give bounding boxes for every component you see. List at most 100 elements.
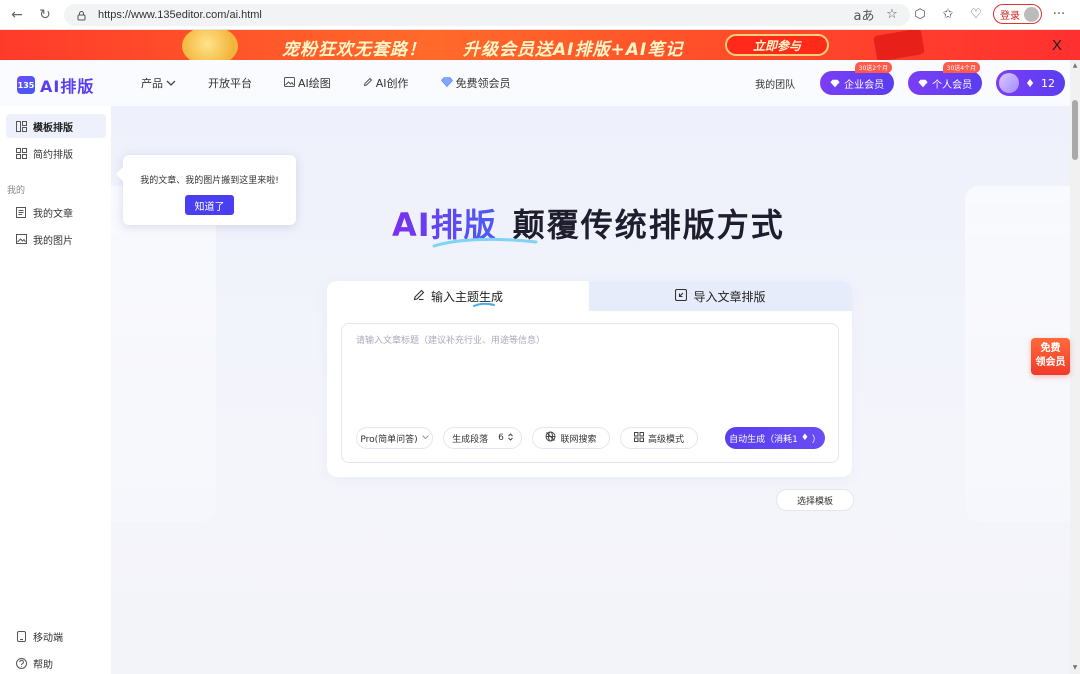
nav-products[interactable]: 产品	[141, 75, 176, 91]
login-label: 登录	[1000, 10, 1020, 22]
tab-underline-icon	[473, 303, 495, 307]
sidebar-item-label: 我的文章	[33, 208, 73, 220]
auto-generate-button[interactable]: 自动生成（消耗1 ♦ ）	[725, 427, 825, 449]
hero-title: AI排版 颠覆传统排版方式	[392, 200, 785, 248]
layout-icon	[15, 120, 27, 132]
page-scrollbar[interactable]: ▲ ▼	[1070, 60, 1080, 674]
onboarding-tooltip: 我的文章、我的图片搬到这里来啦! 知道了	[123, 155, 296, 225]
promo-banner[interactable]: 宠粉狂欢无套路！ 升级会员送AI排版+AI笔记 立即参与 X	[0, 30, 1080, 60]
swoosh-decoration-icon	[432, 237, 538, 248]
sidebar-item-label: 模板排版	[33, 122, 73, 134]
pencil-icon	[363, 77, 373, 90]
my-team-link[interactable]: 我的团队	[755, 76, 795, 91]
nav-free-vip[interactable]: 免费领会员	[440, 75, 511, 91]
grid-icon	[633, 431, 644, 445]
sidebar-item-label: 简约排版	[33, 149, 73, 161]
sidebar-item-mobile[interactable]: 移动端	[6, 624, 106, 648]
nav-ai-drawing-label: AI绘图	[298, 77, 331, 90]
tooltip-message: 我的文章、我的图片搬到这里来啦!	[140, 176, 279, 186]
gift-icon	[873, 30, 925, 60]
scrollbar-thumb[interactable]	[1072, 100, 1078, 160]
scroll-up-icon[interactable]: ▲	[1071, 62, 1079, 70]
top-nav: 产品 开放平台 AI绘图 AI创作 免费领会员	[141, 75, 543, 91]
main-content: 我的文章、我的图片搬到这里来啦! 知道了 AI排版 颠覆传统排版方式 输入主题生…	[111, 106, 1070, 674]
points-icon: ♦	[800, 433, 809, 443]
chevron-down-icon	[166, 77, 176, 90]
more-menu-icon[interactable]: ···	[1048, 3, 1070, 25]
personal-vip-label: 个人会员	[932, 79, 973, 91]
help-icon	[15, 657, 27, 669]
sidebar-item-template-layout[interactable]: 模板排版	[6, 114, 106, 138]
enterprise-vip-button[interactable]: 30送2个月 企业会员	[820, 62, 895, 95]
browser-essentials-icon[interactable]: ♡	[965, 3, 987, 25]
stepper-arrows-icon[interactable]	[508, 432, 513, 444]
hero-subtitle: 颠覆传统排版方式	[512, 206, 785, 244]
paragraphs-value: 6	[498, 433, 504, 443]
topic-input-placeholder: 请输入文章标题（建议补充行业、用途等信息）	[356, 336, 546, 346]
logo[interactable]: 135 AI排版	[17, 73, 94, 97]
topic-input[interactable]: 请输入文章标题（建议补充行业、用途等信息） Pro(简单问答) 生成段落 6 联…	[341, 323, 839, 463]
favorites-icon[interactable]: ✩	[937, 3, 959, 25]
web-search-toggle[interactable]: 联网搜索	[532, 427, 610, 449]
reload-icon[interactable]: ↻	[34, 4, 56, 26]
advanced-mode-label: 高级模式	[647, 434, 684, 445]
tab-topic-generate[interactable]: 输入主题生成	[327, 281, 589, 311]
profile-login-button[interactable]: 登录	[993, 4, 1042, 24]
decorative-panel-left	[111, 186, 216, 522]
browser-toolbar: ← ↻ https://www.135editor.com/ai.html aあ…	[0, 0, 1080, 30]
auto-generate-label: 自动生成（消耗1	[729, 434, 798, 445]
web-search-off-icon	[545, 431, 556, 445]
nav-open-platform-label: 开放平台	[208, 77, 252, 90]
user-points-button[interactable]: ♦ 12	[996, 70, 1065, 96]
free-vip-line1: 免费	[1040, 343, 1061, 354]
nav-ai-writing[interactable]: AI创作	[363, 75, 409, 91]
chevron-down-icon	[421, 433, 429, 443]
generate-tabs: 输入主题生成 导入文章排版	[327, 281, 852, 311]
points-icon: ♦	[1025, 76, 1035, 90]
diamond-icon	[440, 76, 453, 90]
app-header: 135 AI排版 产品 开放平台 AI绘图 AI创作 免费领会员 我的团队 30…	[0, 60, 1070, 106]
sidebar-item-label: 帮助	[33, 659, 53, 671]
promo-close-icon[interactable]: X	[1048, 36, 1066, 54]
nav-ai-writing-label: AI创作	[375, 77, 409, 90]
scroll-down-icon[interactable]: ▼	[1071, 664, 1079, 672]
free-vip-float-button[interactable]: 免费 领会员	[1031, 338, 1070, 375]
advanced-mode-toggle[interactable]: 高级模式	[620, 427, 698, 449]
back-icon[interactable]: ←	[6, 4, 28, 26]
promo-text-1: 宠粉狂欢无套路！	[282, 40, 426, 60]
mobile-icon	[15, 630, 27, 642]
choose-template-button[interactable]: 选择模板	[776, 489, 854, 511]
image-icon	[15, 233, 27, 245]
enterprise-promo-tag: 30送2个月	[854, 62, 893, 73]
points-value: 12	[1041, 76, 1055, 90]
sidebar-item-help[interactable]: 帮助	[6, 651, 106, 674]
nav-free-vip-label: 免费领会员	[455, 77, 511, 90]
tab-import-label: 导入文章排版	[693, 289, 766, 304]
nav-open-platform[interactable]: 开放平台	[208, 75, 252, 91]
sidebar: 模板排版 简约排版 我的 我的文章 我的图片 移动端 帮助	[0, 106, 111, 674]
tab-import-article[interactable]: 导入文章排版	[589, 281, 852, 311]
promo-cta-button[interactable]: 立即参与	[725, 34, 829, 56]
image-icon	[284, 76, 295, 90]
nav-ai-drawing[interactable]: AI绘图	[284, 75, 331, 91]
sidebar-item-my-images[interactable]: 我的图片	[6, 227, 106, 251]
mode-select-value: Pro(简单问答)	[360, 434, 418, 445]
address-bar[interactable]: https://www.135editor.com/ai.html	[64, 4, 910, 26]
read-aloud-icon[interactable]: aあ	[853, 3, 875, 25]
gem-icon	[830, 79, 840, 87]
promo-text-2: 升级会员送AI排版+AI笔记	[463, 40, 684, 60]
coin-icon	[182, 30, 238, 60]
favorite-star-icon[interactable]: ☆	[881, 3, 903, 25]
sidebar-item-simple-layout[interactable]: 简约排版	[6, 141, 106, 165]
personal-promo-tag: 30送4个月	[942, 62, 981, 73]
paragraphs-stepper[interactable]: 生成段落 6	[443, 427, 522, 449]
sidebar-item-my-articles[interactable]: 我的文章	[6, 200, 106, 224]
extensions-icon[interactable]: ⬡	[909, 3, 931, 25]
sidebar-item-label: 我的图片	[33, 235, 73, 247]
personal-vip-button[interactable]: 30送4个月 个人会员	[908, 62, 983, 95]
mode-select[interactable]: Pro(简单问答)	[356, 427, 433, 449]
tooltip-ok-button[interactable]: 知道了	[185, 195, 234, 215]
paragraphs-label: 生成段落	[452, 434, 489, 445]
sidebar-section-mine: 我的	[7, 186, 26, 196]
site-info-icon[interactable]	[74, 8, 88, 22]
